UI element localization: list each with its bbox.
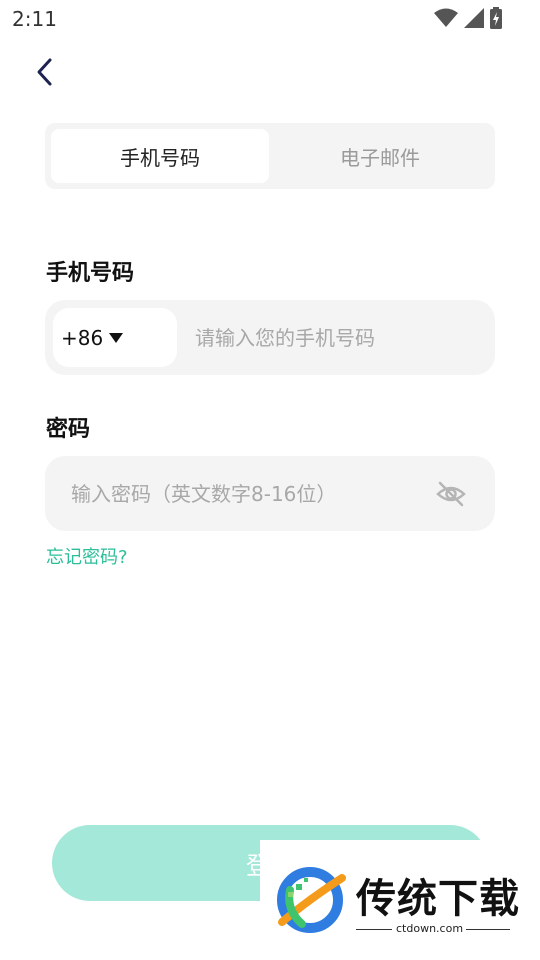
- phone-field: +86: [45, 300, 495, 375]
- country-code-value: +86: [61, 325, 104, 350]
- toggle-password-visibility-button[interactable]: [435, 478, 467, 510]
- login-method-tabs: 手机号码 电子邮件: [45, 123, 495, 189]
- dropdown-arrow-icon: [109, 332, 124, 343]
- status-bar: 2:11: [0, 0, 540, 36]
- password-label: 密码: [46, 417, 91, 442]
- watermark-divider-right: [466, 929, 510, 930]
- watermark-url: ctdown.com: [396, 922, 464, 935]
- status-icons: [434, 6, 502, 30]
- watermark-logo-icon: [277, 867, 346, 933]
- wifi-icon: [434, 8, 458, 27]
- tab-email[interactable]: 电子邮件: [271, 129, 489, 183]
- signal-icon: [464, 8, 484, 28]
- forgot-password-link[interactable]: 忘记密码?: [46, 543, 128, 569]
- battery-icon: [490, 7, 502, 29]
- phone-label: 手机号码: [46, 261, 135, 286]
- password-input[interactable]: [69, 478, 423, 510]
- watermark: 传统下载 ctdown.com: [260, 840, 520, 940]
- password-field: [45, 456, 495, 531]
- back-button[interactable]: [30, 55, 62, 89]
- country-code-select[interactable]: +86: [53, 308, 177, 367]
- chevron-left-icon: [37, 58, 52, 86]
- phone-input[interactable]: [193, 322, 487, 354]
- watermark-divider-left: [356, 929, 392, 930]
- eye-off-icon: [436, 481, 466, 507]
- tab-phone[interactable]: 手机号码: [51, 129, 269, 183]
- watermark-name: 传统下载: [356, 876, 520, 922]
- status-time: 2:11: [12, 7, 57, 31]
